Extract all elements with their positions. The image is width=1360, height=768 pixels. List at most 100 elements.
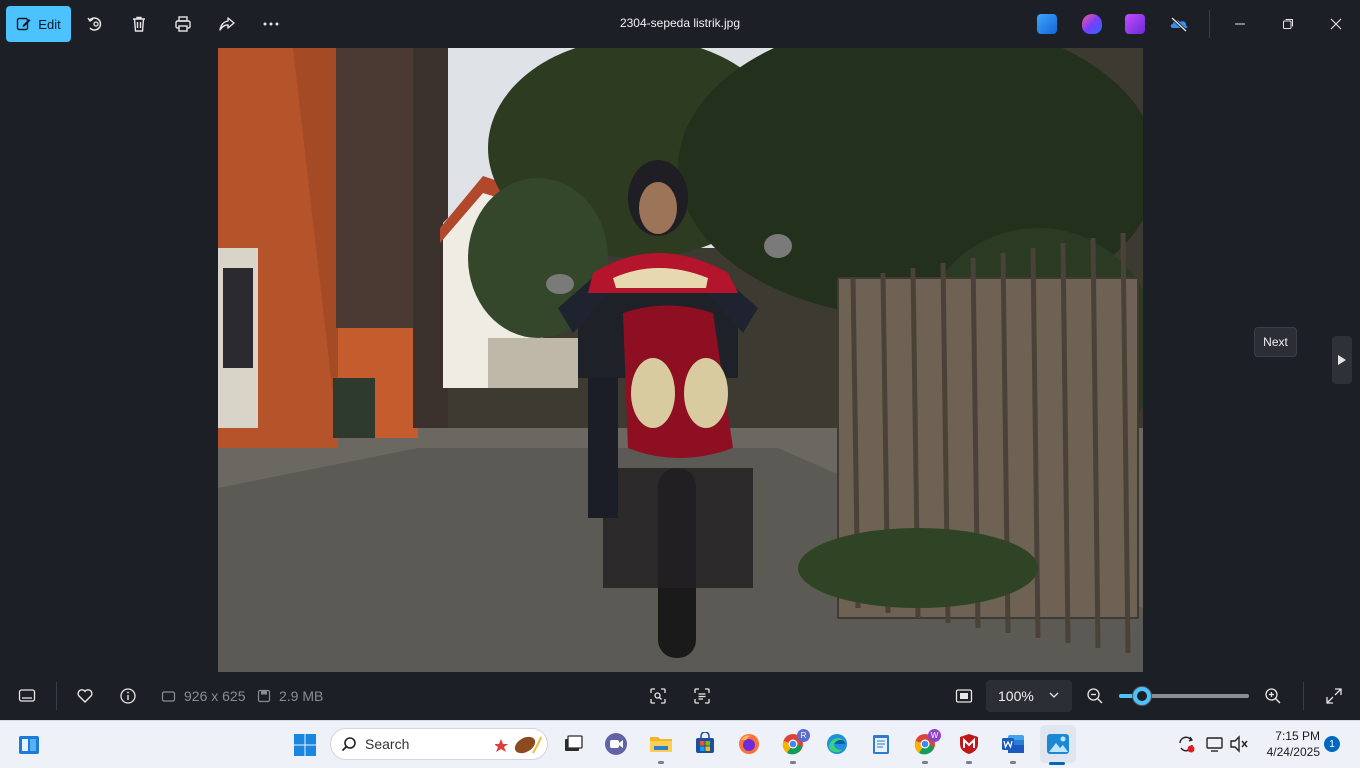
system-clock[interactable]: 7:15 PM 4/24/2025 xyxy=(1258,728,1320,760)
zoom-in-button[interactable] xyxy=(1261,684,1285,708)
monitor-network-icon xyxy=(1206,737,1223,752)
edge-icon xyxy=(827,734,847,754)
dimensions-value: 926 x 625 xyxy=(184,688,246,704)
more-icon xyxy=(263,22,279,26)
edge-button[interactable] xyxy=(822,729,852,759)
image-dimensions: 926 x 625 xyxy=(161,688,246,704)
zoom-level-dropdown[interactable]: 100% xyxy=(986,680,1072,712)
title-bar: Edit 2304-sepeda listrik.jpg xyxy=(0,0,1360,48)
firefox-icon xyxy=(739,734,759,754)
task-view-button[interactable] xyxy=(558,729,588,759)
text-scan-button[interactable] xyxy=(690,684,714,708)
search-icon xyxy=(341,737,356,752)
close-button[interactable] xyxy=(1324,12,1348,36)
trash-icon xyxy=(133,16,145,32)
actual-size-icon xyxy=(955,689,973,703)
store-icon xyxy=(696,732,714,753)
heart-icon xyxy=(77,689,93,703)
zoom-level-value: 100% xyxy=(998,688,1034,704)
edit-button[interactable]: Edit xyxy=(6,6,71,42)
divider xyxy=(56,682,57,710)
zoom-out-button[interactable] xyxy=(1083,684,1107,708)
zoom-out-icon xyxy=(1087,688,1103,704)
more-options-button[interactable] xyxy=(259,12,283,36)
divider xyxy=(1303,682,1304,710)
windows-logo-icon xyxy=(294,734,316,756)
print-button[interactable] xyxy=(171,12,195,36)
favorite-button[interactable] xyxy=(73,684,97,708)
onedrive-offline-icon[interactable] xyxy=(1169,14,1189,34)
delete-button[interactable] xyxy=(127,12,151,36)
volume-icon-button[interactable] xyxy=(1224,729,1254,759)
zoom-in-icon xyxy=(1265,688,1281,704)
restore-button[interactable] xyxy=(1276,12,1300,36)
widgets-button[interactable] xyxy=(14,730,44,760)
mcafee-button[interactable] xyxy=(954,729,984,759)
edit-icon xyxy=(17,17,31,31)
word-button[interactable] xyxy=(998,729,1028,759)
restore-icon xyxy=(1283,19,1293,29)
running-indicator xyxy=(966,761,972,764)
visual-search-button[interactable] xyxy=(646,684,670,708)
rotate-icon xyxy=(87,17,102,31)
zoom-slider[interactable] xyxy=(1119,687,1249,705)
running-indicator xyxy=(790,761,796,764)
start-button[interactable] xyxy=(290,730,320,760)
file-title: 2304-sepeda listrik.jpg xyxy=(619,16,741,30)
notepad-button[interactable] xyxy=(866,729,896,759)
next-image-button[interactable] xyxy=(1332,336,1352,384)
designer-app-icon[interactable] xyxy=(1037,14,1057,34)
edit-label: Edit xyxy=(38,16,61,32)
profile-badge-r: R xyxy=(797,729,810,742)
save-disk-icon xyxy=(257,689,271,703)
search-highlight-icon xyxy=(495,736,542,754)
close-icon xyxy=(1330,18,1342,30)
minimize-icon xyxy=(1235,23,1245,25)
dimensions-icon xyxy=(161,690,176,702)
info-icon xyxy=(120,688,136,704)
active-app-indicator xyxy=(1049,762,1065,765)
share-button[interactable] xyxy=(215,12,239,36)
folder-icon xyxy=(650,737,672,752)
volume-muted-icon xyxy=(1230,735,1248,753)
photo-viewer-image[interactable] xyxy=(218,48,1143,672)
taskbar-search[interactable]: Search xyxy=(330,728,548,760)
update-status-icon[interactable] xyxy=(1171,729,1201,759)
rotate-button[interactable] xyxy=(83,12,107,36)
sync-alert-icon xyxy=(1179,736,1195,753)
meet-app-button[interactable] xyxy=(601,729,631,759)
minimize-button[interactable] xyxy=(1228,12,1252,36)
filmstrip-icon xyxy=(18,689,36,702)
notepad-icon xyxy=(873,735,889,754)
clipchamp-app-icon[interactable] xyxy=(1125,14,1145,34)
text-scan-icon xyxy=(694,688,710,704)
running-indicator xyxy=(658,761,664,764)
divider xyxy=(1209,10,1210,38)
taskbar xyxy=(0,720,1360,768)
file-info-button[interactable] xyxy=(116,684,140,708)
video-call-icon xyxy=(605,733,627,755)
widgets-icon xyxy=(19,736,39,754)
running-indicator xyxy=(922,761,928,764)
play-right-icon xyxy=(1338,355,1346,365)
mcafee-shield-icon xyxy=(960,734,978,754)
chevron-down-icon xyxy=(1049,692,1059,698)
share-icon xyxy=(219,17,235,31)
clock-date: 4/24/2025 xyxy=(1266,745,1320,759)
expand-icon xyxy=(1326,688,1342,704)
search-placeholder: Search xyxy=(365,736,410,752)
filmstrip-button[interactable] xyxy=(15,684,39,708)
actual-size-button[interactable] xyxy=(952,684,976,708)
fullscreen-button[interactable] xyxy=(1322,684,1346,708)
notification-badge[interactable]: 1 xyxy=(1324,736,1340,752)
file-size-value: 2.9 MB xyxy=(279,688,324,704)
file-explorer-button[interactable] xyxy=(646,729,676,759)
firefox-button[interactable] xyxy=(734,729,764,759)
printer-icon xyxy=(175,16,191,32)
next-tooltip: Next xyxy=(1254,327,1297,357)
photos-icon xyxy=(1047,734,1069,754)
clock-time: 7:15 PM xyxy=(1275,729,1320,743)
copilot-app-icon[interactable] xyxy=(1082,14,1102,34)
microsoft-store-button[interactable] xyxy=(690,729,720,759)
photos-app-button[interactable] xyxy=(1040,725,1076,763)
